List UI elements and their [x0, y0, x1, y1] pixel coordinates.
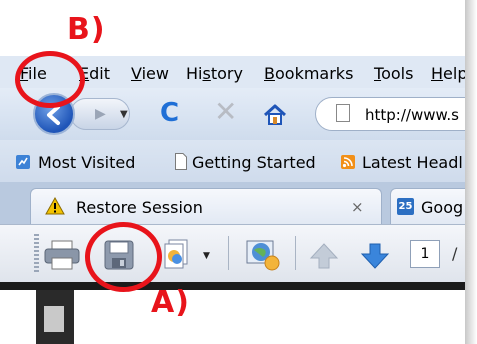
toolbar-grip: [34, 234, 39, 272]
tab-restore-session[interactable]: Restore Session ×: [30, 188, 382, 224]
menu-help[interactable]: Help: [431, 64, 465, 83]
page-separator: /: [452, 244, 458, 263]
file-menu-highlight-circle: [15, 51, 85, 108]
menu-edit-label: dit: [89, 64, 110, 83]
document-content: [90, 290, 465, 344]
bookmark-most-visited[interactable]: Most Visited: [38, 153, 135, 172]
close-tab-icon[interactable]: ×: [351, 198, 364, 216]
rss-feed-icon: [341, 155, 355, 169]
screenshot: File Edit View History Bookmarks Tools H…: [0, 0, 465, 344]
screenshot-shadow: [465, 0, 477, 344]
stop-icon[interactable]: ✕: [214, 98, 237, 126]
page-layout-dropdown-icon[interactable]: ▼: [203, 251, 210, 261]
tab-restore-session-label: Restore Session: [76, 198, 203, 217]
menu-history-accel: s: [202, 64, 211, 83]
tab-google-label: Goog: [421, 198, 464, 217]
menu-bookmarks-label: ookmarks: [274, 64, 354, 83]
bookmark-latest-headlines[interactable]: Latest Headl: [362, 153, 463, 172]
most-visited-icon: [16, 155, 30, 169]
toolbar-separator-2: [295, 236, 296, 270]
menu-view-accel: V: [131, 64, 142, 83]
home-icon[interactable]: [262, 103, 288, 127]
toolbar-separator: [228, 236, 229, 270]
document-thumbnail-icon[interactable]: [44, 306, 64, 332]
page-layout-icon[interactable]: [163, 238, 199, 270]
menu-tools[interactable]: Tools: [374, 64, 413, 83]
print-icon[interactable]: [44, 240, 80, 270]
bookmarks-toolbar: Most Visited Getting Started Latest Head…: [0, 140, 465, 182]
sign-document-icon[interactable]: [245, 238, 281, 272]
forward-arrow-icon: ▶: [95, 106, 106, 122]
menu-help-label: elp: [443, 64, 465, 83]
callout-b-label: B): [67, 12, 106, 47]
menu-history-lead: Hi: [186, 64, 203, 83]
menu-bookmarks-accel: B: [264, 64, 275, 83]
menu-view[interactable]: View: [131, 64, 169, 83]
previous-page-icon[interactable]: [309, 242, 339, 270]
menu-history-label: tory: [210, 64, 243, 83]
menu-history[interactable]: History: [186, 64, 243, 83]
document-frame-top: [0, 282, 465, 290]
page-number-input[interactable]: 1: [410, 240, 440, 268]
menu-tools-accel: T: [374, 64, 382, 83]
getting-started-page-icon: [175, 153, 187, 170]
save-button-highlight-circle: [85, 222, 162, 292]
history-dropdown-icon[interactable]: ▼: [120, 109, 128, 120]
menu-help-accel: H: [431, 64, 444, 83]
page-icon: [336, 104, 350, 122]
tab-google-calendar[interactable]: 25 Goog: [390, 188, 465, 224]
reload-icon[interactable]: C: [160, 100, 179, 126]
callout-a-label: A): [151, 285, 190, 320]
calendar-icon: 25: [397, 198, 414, 215]
menu-view-label: iew: [141, 64, 169, 83]
next-page-icon[interactable]: [360, 242, 390, 270]
menu-bookmarks[interactable]: Bookmarks: [264, 64, 353, 83]
warning-icon: [45, 197, 65, 215]
url-text[interactable]: http://www.s: [365, 106, 459, 124]
menu-tools-label: ools: [381, 64, 414, 83]
bookmark-getting-started[interactable]: Getting Started: [192, 153, 316, 172]
